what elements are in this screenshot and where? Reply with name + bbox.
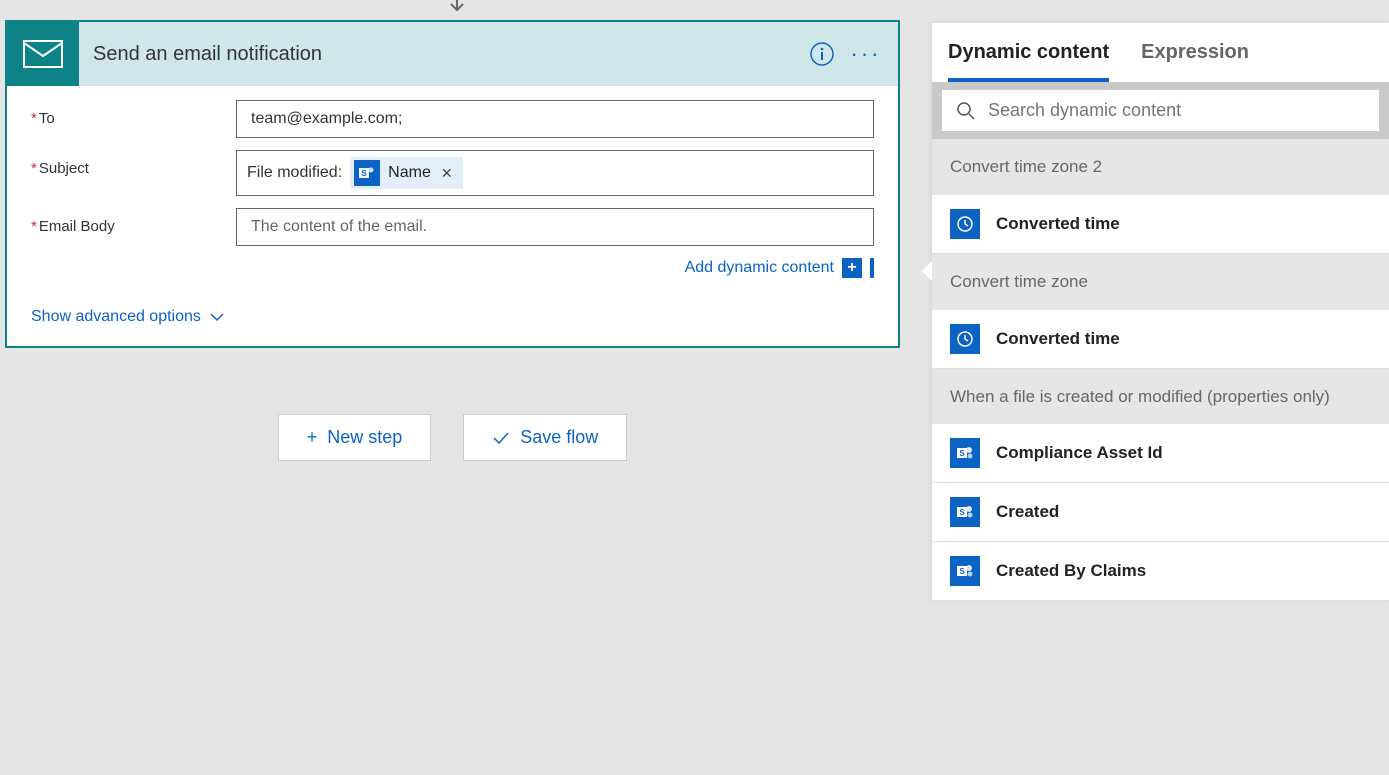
mail-icon bbox=[7, 22, 79, 86]
body-label: *Email Body bbox=[31, 208, 236, 235]
action-card-send-email: Send an email notification ··· *To *Subj… bbox=[5, 20, 900, 348]
plus-icon: + bbox=[307, 427, 318, 448]
info-icon[interactable] bbox=[800, 32, 844, 76]
action-header[interactable]: Send an email notification ··· bbox=[7, 22, 898, 86]
tab-dynamic-content[interactable]: Dynamic content bbox=[948, 41, 1109, 82]
svg-text:S: S bbox=[361, 169, 367, 178]
clock-icon bbox=[950, 324, 980, 354]
field-row-body: *Email Body bbox=[31, 208, 874, 246]
flow-arrow-down bbox=[445, 0, 469, 16]
panel-beak bbox=[922, 261, 932, 281]
new-step-label: New step bbox=[327, 427, 402, 448]
to-label: *To bbox=[31, 100, 236, 127]
action-title: Send an email notification bbox=[79, 43, 800, 66]
subject-label: *Subject bbox=[31, 150, 236, 177]
sharepoint-icon: S bbox=[354, 160, 380, 186]
search-inner bbox=[942, 90, 1379, 131]
action-card-body: *To *Subject File modified: S Name ✕ bbox=[7, 86, 898, 346]
dynamic-item[interactable]: S Created By Claims bbox=[932, 542, 1389, 601]
search-icon bbox=[956, 101, 976, 121]
flow-buttons-row: + New step Save flow bbox=[5, 414, 900, 461]
dynamic-group-header[interactable]: Convert time zone 2 bbox=[932, 139, 1389, 195]
sharepoint-icon: S bbox=[950, 438, 980, 468]
dynamic-group-header[interactable]: Convert time zone bbox=[932, 254, 1389, 310]
save-flow-button[interactable]: Save flow bbox=[463, 414, 627, 461]
field-row-to: *To bbox=[31, 100, 874, 138]
dynamic-item[interactable]: S Created bbox=[932, 483, 1389, 542]
dynamic-search-bar bbox=[932, 82, 1389, 139]
dynamic-search-input[interactable] bbox=[988, 100, 1365, 121]
dynamic-content-panel: Dynamic content Expression Convert time … bbox=[932, 22, 1389, 601]
svg-text:S: S bbox=[959, 449, 965, 458]
chevron-down-icon bbox=[209, 312, 225, 322]
check-icon bbox=[492, 431, 510, 445]
save-flow-label: Save flow bbox=[520, 427, 598, 448]
tab-expression[interactable]: Expression bbox=[1141, 41, 1249, 82]
body-input[interactable] bbox=[236, 208, 874, 246]
dynamic-panel-tabs: Dynamic content Expression bbox=[932, 23, 1389, 82]
sharepoint-icon: S bbox=[950, 556, 980, 586]
more-icon[interactable]: ··· bbox=[844, 32, 888, 76]
new-step-button[interactable]: + New step bbox=[278, 414, 432, 461]
dynamic-item[interactable]: S Compliance Asset Id bbox=[932, 424, 1389, 483]
subject-prefix-text: File modified: bbox=[247, 164, 342, 182]
dynamic-groups-container: Convert time zone 2 Converted time Convert… bbox=[932, 139, 1389, 601]
sharepoint-icon: S bbox=[950, 497, 980, 527]
token-name[interactable]: S Name ✕ bbox=[350, 157, 462, 189]
dynamic-item[interactable]: Converted time bbox=[932, 310, 1389, 369]
field-row-subject: *Subject File modified: S Name ✕ bbox=[31, 150, 874, 196]
svg-text:S: S bbox=[959, 508, 965, 517]
dynamic-item-label: Created bbox=[996, 502, 1059, 522]
add-dynamic-content-link[interactable]: Add dynamic content bbox=[685, 259, 834, 277]
token-label: Name bbox=[388, 164, 431, 182]
svg-text:S: S bbox=[959, 567, 965, 576]
add-badge-indicator bbox=[870, 258, 874, 278]
dynamic-item-label: Converted time bbox=[996, 214, 1120, 234]
token-remove-icon[interactable]: ✕ bbox=[439, 165, 455, 182]
subject-input[interactable]: File modified: S Name ✕ bbox=[236, 150, 874, 196]
dynamic-item-label: Created By Claims bbox=[996, 561, 1146, 581]
clock-icon bbox=[950, 209, 980, 239]
add-dynamic-row: Add dynamic content + bbox=[31, 258, 874, 278]
dynamic-item-label: Converted time bbox=[996, 329, 1120, 349]
dynamic-item-label: Compliance Asset Id bbox=[996, 443, 1163, 463]
to-input[interactable] bbox=[236, 100, 874, 138]
dynamic-item[interactable]: Converted time bbox=[932, 195, 1389, 254]
dynamic-group-header[interactable]: When a file is created or modified (prop… bbox=[932, 369, 1389, 425]
show-advanced-options-link[interactable]: Show advanced options bbox=[31, 302, 225, 326]
advanced-label: Show advanced options bbox=[31, 308, 201, 326]
plus-icon[interactable]: + bbox=[842, 258, 862, 278]
